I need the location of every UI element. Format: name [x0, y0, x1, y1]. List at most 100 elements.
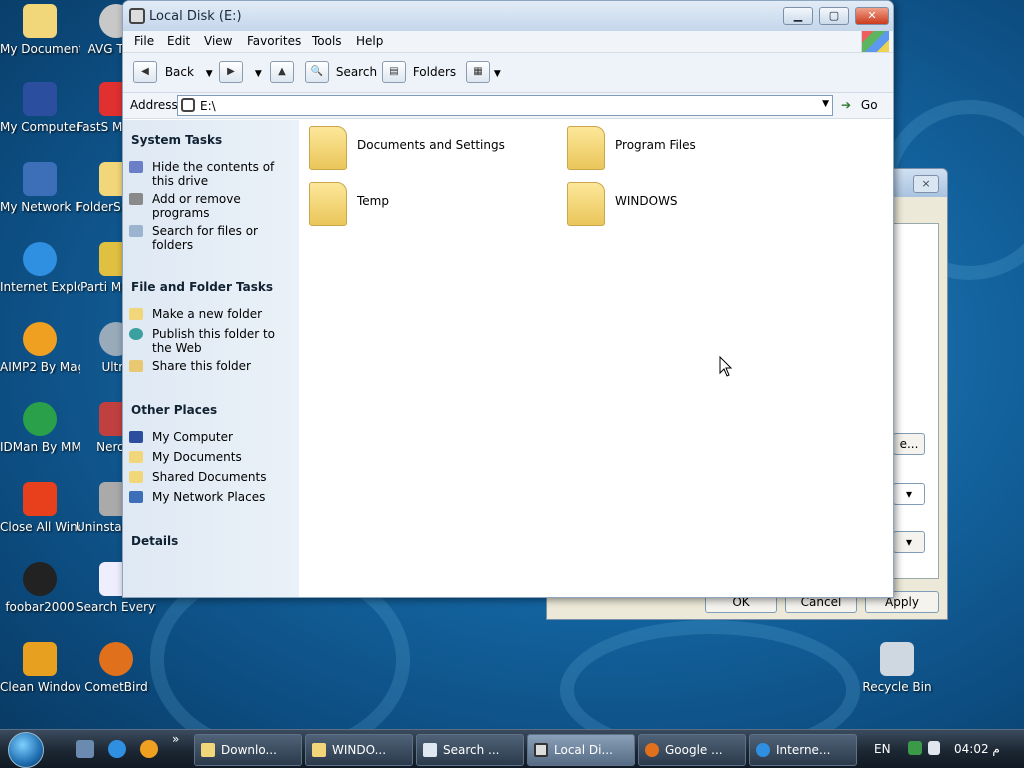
window-titlebar[interactable]: Local Disk (E:) ▁ ▢ ✕ [123, 1, 893, 31]
task-add-remove-programs[interactable]: Add or remove programs [129, 192, 295, 220]
drive-icon [181, 98, 195, 112]
desktop-icon-my-computer[interactable]: My Computer [0, 82, 80, 134]
drive-icon [534, 743, 548, 757]
browser-icon [645, 743, 659, 757]
language-indicator[interactable]: EN [874, 742, 891, 756]
task-share-folder[interactable]: Share this folder [129, 359, 295, 373]
taskbar-task[interactable]: Downlo... [194, 734, 302, 766]
new-folder-icon [129, 308, 143, 320]
folder-item[interactable]: WINDOWS [567, 180, 807, 228]
start-button[interactable] [8, 732, 44, 768]
place-shared-documents[interactable]: Shared Documents [129, 470, 295, 484]
clock[interactable]: 04:02 م [954, 742, 1000, 756]
network-tray-icon[interactable] [908, 741, 922, 755]
folders-label: Folders [412, 65, 457, 79]
document-tray-icon[interactable] [928, 741, 940, 755]
forward-dropdown-icon: ▼ [254, 69, 262, 79]
go-arrow-icon: ➔ [841, 98, 852, 112]
views-button[interactable]: ▦ ▼ [466, 61, 501, 85]
task-search-files[interactable]: Search for files or folders [129, 224, 295, 252]
folder-name: Documents and Settings [357, 138, 505, 152]
forward-button[interactable]: ▶ ▼ [219, 61, 262, 85]
windows-flag-icon [861, 31, 889, 52]
quicklaunch-expand-icon[interactable]: » [172, 732, 179, 746]
desktop-icon-close-all[interactable]: Close All Windows ... [0, 482, 80, 534]
search-icon [423, 743, 437, 757]
desktop-icon-idman[interactable]: IDMan By MMZahyan [0, 402, 80, 454]
desktop-icon-internet-explorer[interactable]: Internet Explorer [0, 242, 80, 294]
desktop-icon-foobar2000[interactable]: foobar2000 [0, 562, 80, 614]
menu-file[interactable]: File [134, 34, 154, 48]
toolbar: ◀ Back ▼ ▶ ▼ ▲ 🔍 Search ▤ Folders ▦ ▼ [123, 53, 893, 93]
menu-edit[interactable]: Edit [167, 34, 190, 48]
publish-web-icon [129, 328, 143, 340]
shared-folder-icon [129, 471, 143, 483]
close-button[interactable]: ✕ [855, 7, 889, 25]
search-icon: 🔍 [305, 61, 329, 83]
hide-icon [129, 161, 143, 173]
dialog-browse-button[interactable]: e... [893, 433, 925, 455]
dialog-color-picker[interactable]: ▾ [893, 531, 925, 553]
up-button[interactable]: ▲ [270, 61, 294, 85]
place-my-network-places[interactable]: My Network Places [129, 490, 295, 504]
dialog-dropdown[interactable]: ▾ [893, 483, 925, 505]
folder-item[interactable]: Documents and Settings [309, 124, 549, 172]
menu-tools[interactable]: Tools [312, 34, 342, 48]
folder-name: Program Files [615, 138, 696, 152]
folder-icon [309, 182, 347, 226]
go-button[interactable]: ➔ Go [841, 98, 878, 112]
address-bar: Address E:\ ▼ ➔ Go [123, 93, 893, 119]
back-button[interactable]: ◀ Back ▼ [133, 61, 213, 85]
forward-arrow-icon: ▶ [219, 61, 243, 83]
place-my-documents[interactable]: My Documents [129, 450, 295, 464]
search-icon [129, 225, 143, 237]
programs-icon [129, 193, 143, 205]
task-pane: System Tasks Hide the contents of this d… [123, 120, 299, 597]
folder-icon [567, 126, 605, 170]
folders-button[interactable]: ▤ Folders [382, 61, 456, 85]
dialog-close-button[interactable]: × [913, 175, 939, 193]
aimp-quicklaunch-icon[interactable] [140, 740, 158, 758]
menu-help[interactable]: Help [356, 34, 383, 48]
search-button[interactable]: 🔍 Search [305, 61, 377, 85]
desktop-icon-my-documents[interactable]: My Documents [0, 4, 80, 56]
show-desktop-icon[interactable] [76, 740, 94, 758]
desktop-icon-cometbird[interactable]: CometBird [76, 642, 156, 694]
menu-bar: File Edit View Favorites Tools Help [123, 31, 893, 53]
menu-favorites[interactable]: Favorites [247, 34, 301, 48]
menu-view[interactable]: View [204, 34, 232, 48]
folder-name: Temp [357, 194, 389, 208]
folder-icon [567, 182, 605, 226]
address-label: Address [130, 98, 178, 112]
desktop-icon-network-places[interactable]: My Network Places [0, 162, 80, 214]
desktop-icon-aimp2[interactable]: AIMP2 By Magdy ... [0, 322, 80, 374]
minimize-button[interactable]: ▁ [783, 7, 813, 25]
up-arrow-icon: ▲ [270, 61, 294, 83]
taskbar-task[interactable]: WINDO... [305, 734, 413, 766]
taskbar-task[interactable]: Search ... [416, 734, 524, 766]
ie-quicklaunch-icon[interactable] [108, 740, 126, 758]
maximize-button[interactable]: ▢ [819, 7, 849, 25]
folder-item[interactable]: Temp [309, 180, 549, 228]
folder-content-area[interactable]: Documents and Settings Program Files Tem… [299, 120, 893, 597]
taskbar-task[interactable]: Interne... [749, 734, 857, 766]
desktop-icon-clean-windows[interactable]: Clean Window... [0, 642, 80, 694]
task-publish-to-web[interactable]: Publish this folder to the Web [129, 327, 295, 355]
search-label: Search [335, 65, 378, 79]
desktop-icon-recycle-bin[interactable]: Recycle Bin [857, 642, 937, 694]
views-icon: ▦ [466, 61, 490, 83]
folder-icon [312, 743, 326, 757]
taskbar-task-active[interactable]: Local Di... [527, 734, 635, 766]
back-dropdown-icon: ▼ [205, 69, 213, 79]
folder-item[interactable]: Program Files [567, 124, 807, 172]
file-folder-tasks-title: File and Folder Tasks [131, 280, 274, 294]
ie-icon [756, 743, 770, 757]
task-make-new-folder[interactable]: Make a new folder [129, 307, 295, 321]
address-dropdown-icon[interactable]: ▼ [822, 99, 829, 109]
taskbar-task[interactable]: Google ... [638, 734, 746, 766]
taskbar: » Downlo... WINDO... Search ... Local Di… [0, 729, 1024, 768]
place-my-computer[interactable]: My Computer [129, 430, 295, 444]
address-field[interactable]: E:\ ▼ [177, 95, 833, 116]
details-title[interactable]: Details [131, 534, 178, 548]
task-hide-drive-contents[interactable]: Hide the contents of this drive [129, 160, 295, 188]
